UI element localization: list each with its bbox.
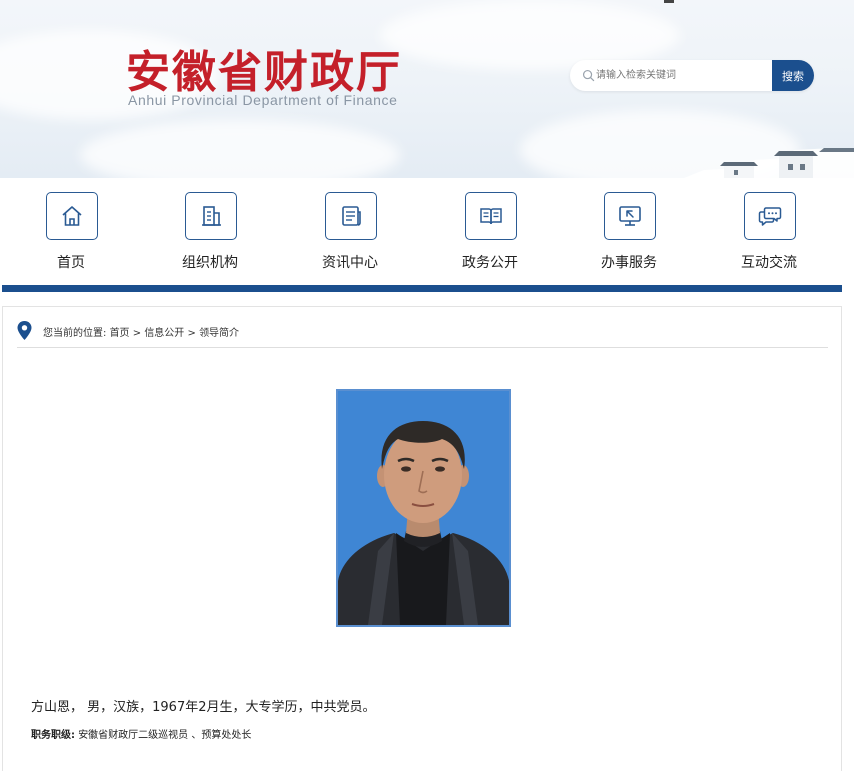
position-value: 安徽省财政厅二级巡视员 、预算处处长	[78, 730, 252, 741]
breadcrumb-divider	[17, 347, 828, 348]
breadcrumb-link-leader-profile[interactable]: 领导简介	[199, 328, 239, 339]
header-cloud	[80, 120, 400, 178]
nav-item-services[interactable]: 办事服务	[579, 192, 679, 282]
nav-label: 政务公开	[462, 255, 518, 271]
chat-bubbles-icon	[758, 207, 782, 226]
main-nav: 首页 组织机构 资讯中心 政务公开 办事服务 互动交流	[2, 178, 842, 286]
huizhou-roofs-illustration	[684, 148, 854, 178]
leader-position: 职务职级: 安徽省财政厅二级巡视员 、预算处处长	[31, 726, 251, 741]
nav-icon-frame	[46, 192, 98, 240]
portrait-photo	[338, 391, 509, 625]
home-icon	[62, 206, 82, 226]
nav-icon-frame	[604, 192, 656, 240]
search-bar: 搜索	[570, 60, 814, 91]
breadcrumb-text: 您当前的位置: 首页 > 信息公开 > 领导简介	[43, 324, 239, 339]
breadcrumb-link-home[interactable]: 首页	[110, 328, 130, 339]
nav-icon-frame	[185, 192, 237, 240]
breadcrumb-separator: >	[184, 328, 200, 339]
nav-item-interaction[interactable]: 互动交流	[719, 192, 819, 282]
content-panel: 您当前的位置: 首页 > 信息公开 > 领导简介 方山恩， 男，汉族，1967年…	[2, 306, 842, 771]
nav-item-government-affairs[interactable]: 政务公开	[440, 192, 540, 282]
breadcrumb-link-info-public[interactable]: 信息公开	[144, 328, 184, 339]
nav-item-organization[interactable]: 组织机构	[160, 192, 260, 282]
search-button[interactable]: 搜索	[772, 60, 814, 91]
nav-icon-frame	[744, 192, 796, 240]
breadcrumb: 您当前的位置: 首页 > 信息公开 > 领导简介	[17, 321, 827, 341]
nav-label: 资讯中心	[322, 255, 378, 271]
leader-portrait-photo	[336, 389, 511, 627]
breadcrumb-separator: >	[129, 328, 145, 339]
nav-label: 办事服务	[601, 255, 657, 271]
nav-icon-frame	[325, 192, 377, 240]
nav-divider-bar	[2, 285, 842, 292]
monitor-pointer-icon	[619, 206, 641, 226]
nav-label: 互动交流	[741, 255, 797, 271]
top-edge-mark	[664, 0, 674, 3]
search-input[interactable]	[596, 65, 766, 86]
building-icon	[202, 206, 221, 226]
open-book-icon	[480, 208, 502, 225]
nav-icon-frame	[465, 192, 517, 240]
nav-label: 首页	[57, 255, 85, 271]
nav-item-news-center[interactable]: 资讯中心	[300, 192, 400, 282]
newspaper-icon	[342, 206, 361, 226]
nav-label: 组织机构	[182, 255, 238, 271]
site-header: 安徽省财政厅 Anhui Provincial Department of Fi…	[0, 0, 854, 178]
breadcrumb-prefix: 您当前的位置:	[43, 328, 107, 339]
site-logo-title[interactable]: 安徽省财政厅	[126, 36, 402, 100]
location-pin-icon	[17, 321, 32, 340]
nav-item-home[interactable]: 首页	[21, 192, 121, 282]
leader-bio: 方山恩， 男，汉族，1967年2月生，大专学历，中共党员。	[31, 700, 376, 715]
search-icon	[582, 69, 595, 82]
position-label: 职务职级:	[31, 730, 75, 741]
site-logo-subtitle: Anhui Provincial Department of Finance	[128, 92, 398, 108]
